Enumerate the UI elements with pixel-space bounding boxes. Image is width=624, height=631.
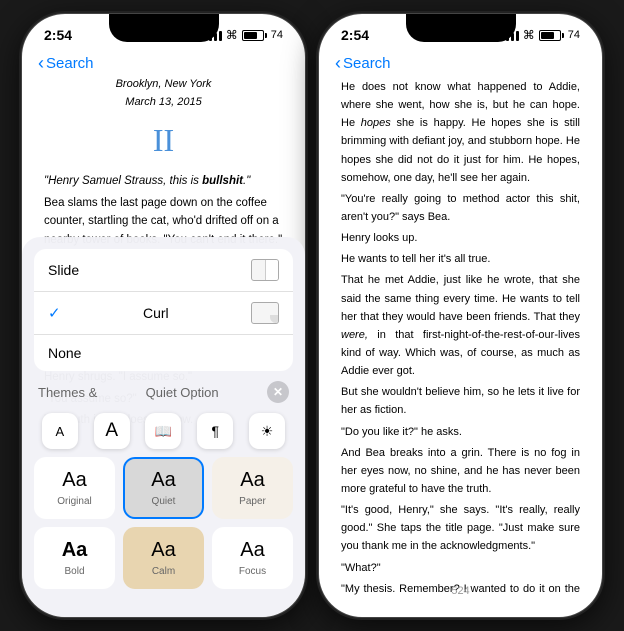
back-label-left: Search — [46, 55, 94, 72]
theme-paper-aa: Aa — [240, 469, 264, 492]
small-a-label: A — [56, 424, 65, 439]
chapter-number: II — [44, 115, 283, 166]
transition-slide[interactable]: Slide — [34, 249, 293, 292]
theme-bold-aa: Aa — [62, 539, 88, 562]
theme-bold[interactable]: Aa Bold — [34, 527, 115, 589]
read-para-4: He wants to tell her it's all true. — [341, 250, 580, 268]
read-para-10: "What?" — [341, 559, 580, 577]
read-para-6: But she wouldn't believe him, so he lets… — [341, 383, 580, 419]
chevron-left-icon: ‹ — [38, 54, 44, 72]
location-text: Brooklyn, New York — [116, 78, 212, 90]
theme-paper-name: Paper — [239, 496, 266, 507]
paragraph-icon: ¶ — [212, 423, 220, 439]
slide-icon — [251, 259, 279, 281]
theme-calm-name: Calm — [152, 566, 175, 577]
font-small-button[interactable]: A — [42, 413, 78, 449]
theme-bold-name: Bold — [64, 566, 84, 577]
battery-icon-right — [539, 30, 564, 41]
notch-right — [406, 14, 516, 42]
date-text: March 13, 2015 — [125, 96, 201, 108]
wifi-icon: ⌘ — [226, 28, 238, 42]
theme-paper[interactable]: Aa Paper — [212, 457, 293, 519]
battery-num-right: 74 — [568, 29, 580, 41]
themes-text: Themes & — [38, 385, 97, 400]
transition-options: Slide ✓ Curl None — [34, 249, 293, 371]
book-icon: 📖 — [155, 423, 172, 440]
theme-original-aa: Aa — [62, 469, 86, 492]
book-location: Brooklyn, New York March 13, 2015 — [44, 76, 283, 111]
curl-icon — [251, 302, 279, 324]
themes-grid: Aa Original Aa Quiet Aa Paper Aa Bold — [22, 457, 305, 597]
right-phone: 2:54 ⌘ 74 — [318, 13, 603, 618]
nav-bar-left: ‹ Search — [22, 50, 305, 76]
read-para-7: "Do you like it?" he asks. — [341, 423, 580, 441]
read-para-9: "It's good, Henry," she says. "It's real… — [341, 501, 580, 555]
curl-label: Curl — [143, 305, 169, 321]
time-left: 2:54 — [44, 27, 72, 43]
time-right: 2:54 — [341, 27, 369, 43]
read-para-3: Henry looks up. — [341, 229, 580, 247]
battery-icon — [242, 30, 267, 41]
large-a-label: A — [105, 420, 118, 442]
brightness-button[interactable]: ☀ — [249, 413, 285, 449]
theme-focus[interactable]: Aa Focus — [212, 527, 293, 589]
nav-bar-right: ‹ Search — [319, 50, 602, 76]
quiet-option-text: Quiet Option — [146, 385, 219, 400]
phones-container: 2:54 ⌘ 74 — [21, 13, 603, 618]
theme-quiet-name: Quiet — [152, 496, 176, 507]
back-label-right: Search — [343, 55, 391, 72]
close-button[interactable]: ✕ — [267, 381, 289, 403]
theme-calm[interactable]: Aa Calm — [123, 527, 204, 589]
font-large-button[interactable]: A — [94, 413, 130, 449]
para-1: "Henry Samuel Strauss, this is bullshit.… — [44, 172, 283, 190]
theme-focus-name: Focus — [239, 566, 266, 577]
read-para-2: "You're really going to method actor thi… — [341, 190, 580, 226]
battery-num-left: 74 — [271, 29, 283, 41]
paragraph-button[interactable]: ¶ — [197, 413, 233, 449]
theme-focus-aa: Aa — [240, 539, 264, 562]
read-para-5: That he met Addie, just like he wrote, t… — [341, 271, 580, 380]
theme-quiet[interactable]: Aa Quiet — [123, 457, 204, 519]
none-label: None — [48, 345, 81, 361]
font-controls: A A 📖 ¶ ☀ — [22, 405, 305, 457]
read-para-8: And Bea breaks into a grin. There is no … — [341, 444, 580, 498]
reading-content: He does not know what happened to Addie,… — [319, 76, 602, 599]
theme-calm-aa: Aa — [151, 539, 175, 562]
themes-label-row: Themes & Quiet Option ✕ — [22, 371, 305, 405]
transition-curl[interactable]: ✓ Curl — [34, 292, 293, 335]
slide-label: Slide — [48, 262, 79, 278]
brightness-icon: ☀ — [261, 423, 274, 440]
chevron-left-icon-right: ‹ — [335, 54, 341, 72]
transition-none[interactable]: None — [34, 335, 293, 371]
theme-quiet-aa: Aa — [151, 469, 175, 492]
back-button-left[interactable]: ‹ Search — [38, 54, 94, 72]
theme-original-name: Original — [57, 496, 91, 507]
back-button-right[interactable]: ‹ Search — [335, 54, 391, 72]
book-view-button[interactable]: 📖 — [145, 413, 181, 449]
notch — [109, 14, 219, 42]
page-number: 524 — [451, 585, 469, 597]
theme-original[interactable]: Aa Original — [34, 457, 115, 519]
overlay-panel: Slide ✓ Curl None — [22, 237, 305, 617]
left-phone: 2:54 ⌘ 74 — [21, 13, 306, 618]
wifi-icon-right: ⌘ — [523, 28, 535, 42]
check-icon: ✓ — [48, 304, 61, 322]
read-para-1: He does not know what happened to Addie,… — [341, 78, 580, 187]
